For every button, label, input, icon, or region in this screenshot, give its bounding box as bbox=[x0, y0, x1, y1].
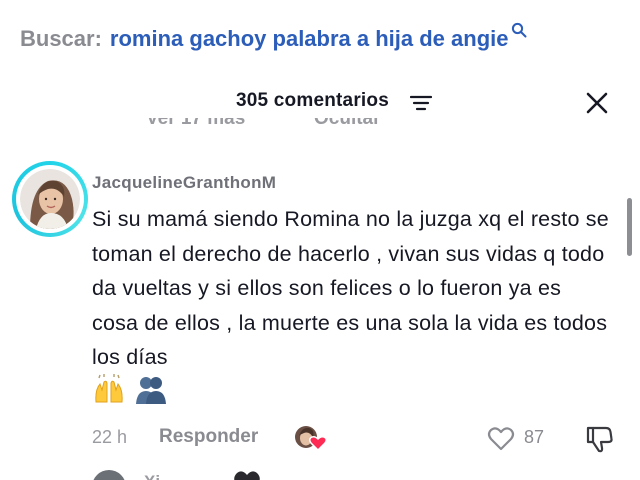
scrollbar[interactable] bbox=[627, 198, 632, 256]
avatar-story-ring[interactable] bbox=[12, 161, 88, 237]
creator-liked-icon bbox=[295, 426, 328, 452]
avatar bbox=[20, 169, 80, 229]
like-count: 87 bbox=[524, 427, 545, 447]
next-comment-avatar[interactable] bbox=[92, 470, 126, 480]
comment-actions: 22 h Responder 87 bbox=[0, 424, 640, 454]
comment-timestamp: 22 h bbox=[92, 427, 128, 447]
comment-text: Si su mamá siendo Romina no la juzga xq … bbox=[92, 207, 609, 369]
hide-replies[interactable]: Ocultar bbox=[314, 118, 381, 130]
comment-emojis bbox=[92, 372, 168, 408]
view-more-replies[interactable]: Ver 17 más bbox=[146, 118, 245, 130]
comments-count-title: 305 comentarios bbox=[236, 90, 389, 111]
search-query[interactable]: romina gachoy palabra a hija de angie bbox=[110, 26, 509, 52]
people-hugging-icon bbox=[136, 377, 166, 404]
next-comment-username[interactable]: Xi... bbox=[144, 472, 174, 480]
black-heart-icon bbox=[234, 471, 260, 480]
thumbs-down-icon[interactable] bbox=[584, 424, 614, 454]
search-prefix: Buscar: bbox=[20, 26, 102, 51]
comment-username[interactable]: JacquelineGranthonM bbox=[92, 173, 276, 193]
next-comment-partial: Xi... bbox=[0, 466, 640, 480]
close-icon[interactable] bbox=[584, 90, 610, 116]
previous-comment-controls: Ver 17 más Ocultar bbox=[0, 118, 640, 136]
reply-button[interactable]: Responder bbox=[159, 426, 258, 448]
raising-hands-emoji-icon bbox=[95, 374, 123, 403]
heart-icon[interactable] bbox=[486, 424, 516, 452]
comments-header: 305 comentarios bbox=[0, 86, 640, 118]
filter-icon[interactable] bbox=[410, 95, 432, 111]
search-icon[interactable] bbox=[511, 22, 527, 38]
search-bar[interactable]: Buscar: romina gachoy palabra a hija de … bbox=[20, 22, 620, 56]
